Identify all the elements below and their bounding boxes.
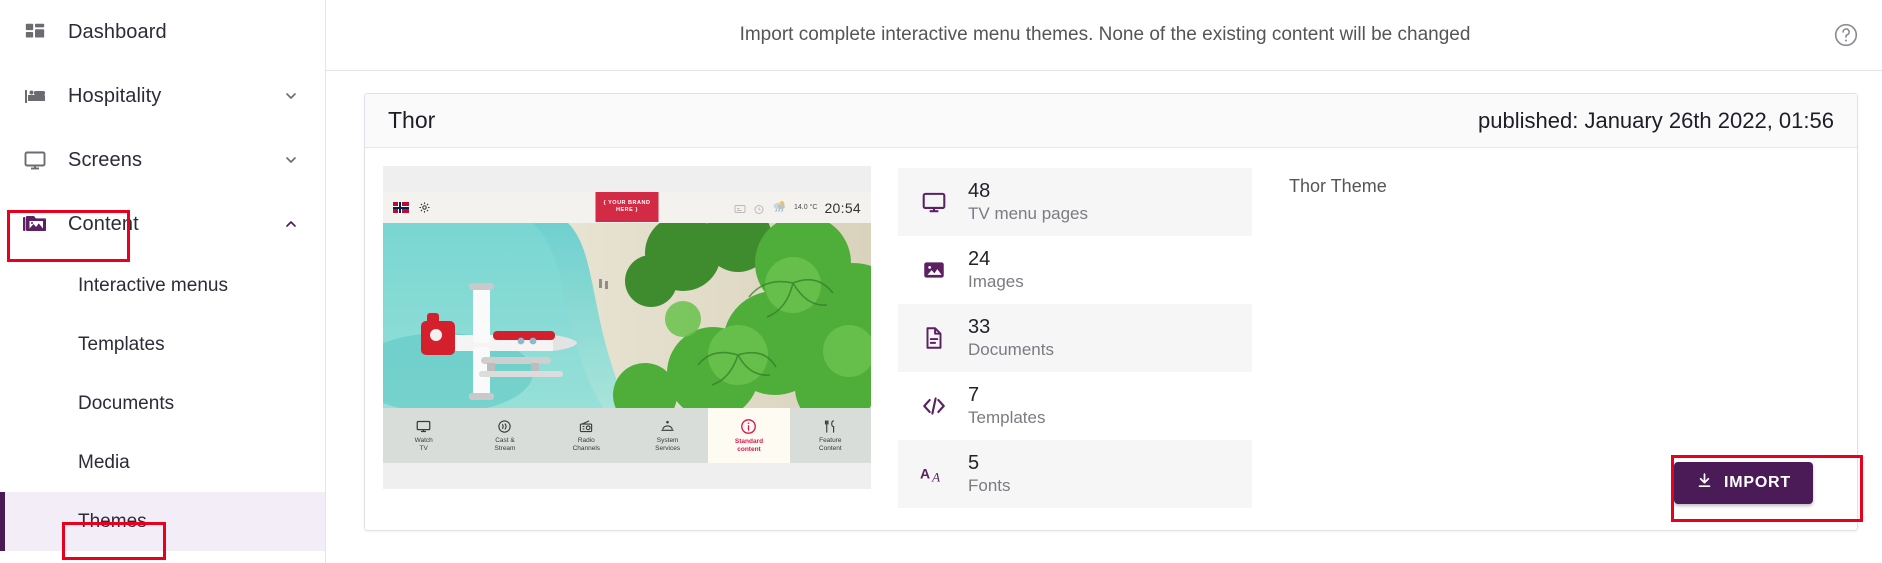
sidebar-item-screens[interactable]: Screens <box>0 128 325 192</box>
theme-card: Thor published: January 26th 2022, 01:56 <box>364 93 1858 531</box>
tv-menu-item-standard-content[interactable]: Standard content <box>708 408 790 463</box>
sidebar-item-media[interactable]: Media <box>0 433 325 492</box>
svg-text:A: A <box>920 466 930 482</box>
stat-label: Images <box>968 272 1024 291</box>
stat-count: 24 <box>968 248 991 270</box>
tv-menu-item-system-services[interactable]: System Services <box>627 408 708 463</box>
tv-menu-item-label: Cast & Stream <box>494 436 516 452</box>
brand-placeholder-badge: { YOUR BRAND HERE } <box>595 192 659 222</box>
theme-description: Thor Theme <box>1289 176 1387 196</box>
font-icon: A A <box>920 460 948 488</box>
stat-row: 24 Images <box>898 236 1252 304</box>
chevron-up-icon[interactable] <box>283 216 299 232</box>
tv-menu-item-radio-channels[interactable]: Radio Channels <box>546 408 627 463</box>
sidebar: Dashboard Hospitality Screens Content In… <box>0 0 326 563</box>
monitor-icon <box>18 145 52 175</box>
tv-menu-item-label: Watch TV <box>414 436 433 452</box>
alarm-clock-icon <box>753 202 765 214</box>
chevron-down-icon[interactable] <box>283 88 299 104</box>
stat-count: 7 <box>968 384 980 406</box>
sidebar-item-templates[interactable]: Templates <box>0 315 325 374</box>
sidebar-item-label: Dashboard <box>68 20 167 43</box>
monitor-icon <box>920 188 948 216</box>
content-area: Thor published: January 26th 2022, 01:56 <box>326 71 1882 531</box>
tv-menu-item-label: Standard content <box>734 437 764 453</box>
tv-menu-item-cast-stream[interactable]: Cast & Stream <box>464 408 545 463</box>
weather-temperature: 14.0 °C <box>794 204 818 211</box>
stat-label: Templates <box>968 408 1046 427</box>
theme-preview[interactable]: 14.0 °C 20:54 { YOUR BRAND HERE } Watch … <box>383 166 871 489</box>
sidebar-subitem-label: Templates <box>78 333 165 355</box>
help-circle-icon[interactable] <box>1833 22 1859 48</box>
tv-menu-item-label: System Services <box>655 436 681 452</box>
code-icon <box>920 392 948 420</box>
page-header-message: Import complete interactive menu themes.… <box>739 24 1471 45</box>
image-icon <box>920 256 948 284</box>
theme-card-header: Thor published: January 26th 2022, 01:56 <box>365 94 1857 148</box>
stat-count: 5 <box>968 452 980 474</box>
norway-flag-icon <box>393 202 409 213</box>
theme-detail-column: Thor Theme IMPORT <box>1279 166 1837 508</box>
import-button-label: IMPORT <box>1723 474 1791 491</box>
stat-row: 33 Documents <box>898 304 1252 372</box>
import-button-wrapper: IMPORT <box>1673 462 1813 504</box>
tv-background-photo <box>383 223 871 408</box>
gear-icon[interactable] <box>418 201 431 214</box>
tv-menu-item-label: Feature Content <box>818 436 842 452</box>
sidebar-item-dashboard[interactable]: Dashboard <box>0 0 325 64</box>
dashboard-icon <box>18 17 52 47</box>
bed-icon <box>18 81 52 111</box>
sidebar-item-label: Content <box>68 212 139 235</box>
sidebar-item-interactive-menus[interactable]: Interactive menus <box>0 256 325 315</box>
stat-count: 48 <box>968 180 991 202</box>
tv-menu-item-feature-content[interactable]: Feature Content <box>790 408 871 463</box>
theme-title: Thor <box>388 107 436 133</box>
stat-row: A A 5 Fonts <box>898 440 1252 508</box>
stat-count: 33 <box>968 316 991 338</box>
chevron-down-icon[interactable] <box>283 152 299 168</box>
document-icon <box>920 324 948 352</box>
sidebar-subitem-label: Media <box>78 451 130 473</box>
sidebar-item-content[interactable]: Content <box>0 192 325 256</box>
tv-menu-bar: Watch TV Cast & Stream Radio Channels Sy… <box>383 408 871 463</box>
svg-text:A: A <box>931 469 941 484</box>
tv-mockup: 14.0 °C 20:54 { YOUR BRAND HERE } Watch … <box>383 192 871 463</box>
stat-label: TV menu pages <box>968 204 1089 223</box>
tv-menu-item-label: Radio Channels <box>572 436 601 452</box>
theme-card-body: 14.0 °C 20:54 { YOUR BRAND HERE } Watch … <box>365 148 1857 530</box>
tv-menu-item-watch-tv[interactable]: Watch TV <box>383 408 464 463</box>
weather-icon <box>772 199 787 217</box>
page-header: Import complete interactive menu themes.… <box>326 0 1882 71</box>
app-root: Dashboard Hospitality Screens Content In… <box>0 0 1882 563</box>
subtitles-icon <box>734 202 746 214</box>
main-content: Import complete interactive menu themes.… <box>326 0 1882 563</box>
brand-placeholder-text: { YOUR BRAND HERE } <box>603 200 651 213</box>
sidebar-item-documents[interactable]: Documents <box>0 374 325 433</box>
sidebar-item-hospitality[interactable]: Hospitality <box>0 64 325 128</box>
download-icon <box>1696 472 1713 494</box>
sidebar-item-themes[interactable]: Themes <box>0 492 325 551</box>
tv-clock: 20:54 <box>824 199 861 216</box>
import-button[interactable]: IMPORT <box>1673 462 1813 504</box>
sidebar-subitem-label: Interactive menus <box>78 274 228 296</box>
stat-row: 7 Templates <box>898 372 1252 440</box>
tv-status-right: 14.0 °C 20:54 <box>734 199 861 217</box>
theme-stats-list: 48 TV menu pages 24 Images 33 Documents … <box>898 166 1252 508</box>
sidebar-subitem-label: Themes <box>78 510 147 532</box>
stat-row: 48 TV menu pages <box>898 168 1252 236</box>
sidebar-subitem-label: Documents <box>78 392 175 414</box>
stat-label: Fonts <box>968 476 1011 495</box>
content-image-icon <box>18 209 52 239</box>
theme-published-date: published: January 26th 2022, 01:56 <box>1478 107 1834 133</box>
sidebar-item-label: Screens <box>68 148 143 171</box>
sidebar-item-label: Hospitality <box>68 84 162 107</box>
stat-label: Documents <box>968 340 1054 359</box>
